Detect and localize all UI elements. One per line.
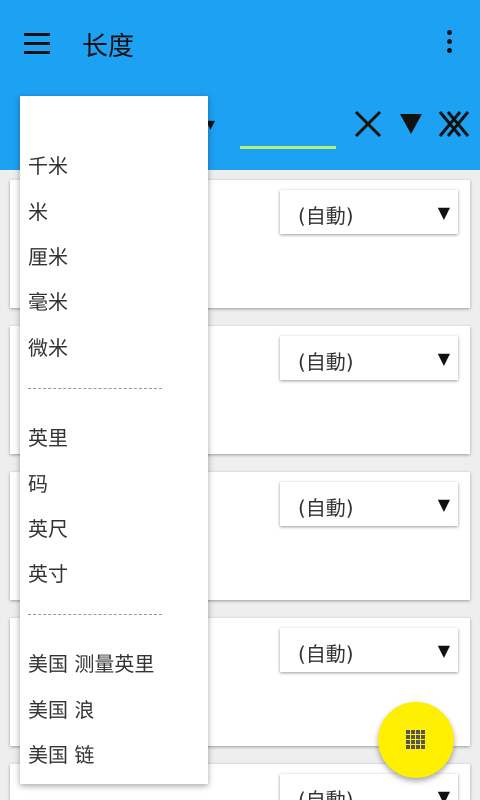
- unit-select[interactable]: (自動) ▼: [280, 190, 458, 234]
- clear-all-icon[interactable]: [436, 108, 470, 140]
- unit-select-value: (自動): [298, 788, 354, 800]
- unit-select[interactable]: (自動) ▼: [280, 336, 458, 380]
- dropdown-item[interactable]: 英里: [28, 422, 68, 451]
- unit-select-value: (自動): [298, 642, 354, 666]
- unit-select[interactable]: (自動) ▼: [280, 628, 458, 672]
- dropdown-item[interactable]: 英尺: [28, 513, 68, 542]
- dropdown-item[interactable]: 英寸: [28, 558, 68, 587]
- arrow-down-icon[interactable]: [398, 110, 424, 138]
- chevron-down-icon: ▼: [437, 641, 450, 660]
- unit-select[interactable]: (自動) ▼: [280, 482, 458, 526]
- page-title: 长度: [82, 32, 135, 62]
- unit-select[interactable]: (自動) ▼: [280, 774, 458, 800]
- clear-icon[interactable]: [352, 108, 384, 140]
- menu-icon[interactable]: [24, 33, 50, 55]
- dropdown-item[interactable]: 码: [28, 468, 48, 497]
- chevron-down-icon: ▼: [437, 787, 450, 800]
- dropdown-item[interactable]: 美国 浪: [28, 694, 94, 723]
- more-vert-icon[interactable]: [446, 30, 454, 58]
- dropdown-item[interactable]: 千米: [28, 150, 68, 179]
- dropdown-item[interactable]: 美国 测量英里: [28, 648, 154, 677]
- dropdown-item[interactable]: 美国 链: [28, 739, 94, 768]
- value-input[interactable]: [240, 112, 336, 149]
- dropdown-item[interactable]: 毫米: [28, 286, 68, 315]
- dropdown-item[interactable]: 微米: [28, 332, 68, 361]
- chevron-down-icon: ▼: [437, 495, 450, 514]
- unit-select-value: (自動): [298, 204, 354, 228]
- keypad-icon: [406, 730, 425, 749]
- unit-dropdown-menu: 千米 米 厘米 毫米 微米 英里 码 英尺 英寸 美国 测量英里 美国 浪 美国…: [20, 96, 208, 784]
- unit-select-value: (自動): [298, 496, 354, 520]
- dropdown-item[interactable]: 米: [28, 196, 48, 225]
- dropdown-separator: [28, 614, 162, 615]
- unit-dropdown-arrow-icon[interactable]: ▾: [206, 112, 224, 138]
- dropdown-separator: [28, 388, 162, 389]
- dropdown-item[interactable]: 厘米: [28, 241, 68, 270]
- chevron-down-icon: ▼: [437, 349, 450, 368]
- chevron-down-icon: ▼: [437, 203, 450, 222]
- keypad-fab-button[interactable]: [378, 702, 454, 778]
- unit-select-value: (自動): [298, 350, 354, 374]
